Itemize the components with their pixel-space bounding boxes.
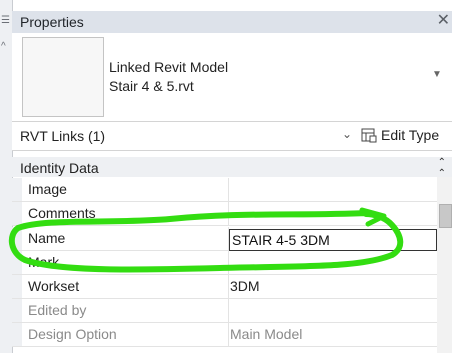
column-divider xyxy=(228,323,229,346)
property-row-image[interactable]: Image xyxy=(12,178,437,202)
edit-type-label: Edit Type xyxy=(381,127,440,143)
property-row-design-option: Design Option Main Model xyxy=(12,323,437,347)
column-divider xyxy=(228,202,229,225)
column-divider xyxy=(228,275,229,298)
name-value-input[interactable]: STAIR 4-5 3DM xyxy=(229,229,437,251)
chevron-down-icon[interactable]: ▼ xyxy=(432,69,442,80)
instance-filter-row: RVT Links (1) ⌄ Edit Type xyxy=(12,121,452,151)
property-label: Mark xyxy=(28,254,60,270)
section-header-identity-data[interactable]: Identity Data ⌃ ⌃ xyxy=(12,157,452,179)
column-divider xyxy=(228,178,229,201)
row-gutter xyxy=(12,275,22,298)
column-divider xyxy=(228,251,229,274)
property-row-comments[interactable]: Comments xyxy=(12,202,437,226)
panel-title: Properties xyxy=(20,14,84,30)
type-file-name: Stair 4 & 5.rvt xyxy=(109,78,194,94)
property-label: Workset xyxy=(28,278,80,294)
property-value[interactable]: 3DM xyxy=(230,278,260,294)
edit-type-icon xyxy=(361,128,377,143)
menu-icon[interactable]: ☰ xyxy=(1,16,10,26)
type-selector[interactable]: Linked Revit Model Stair 4 & 5.rvt ▼ xyxy=(12,33,452,121)
instance-filter-dropdown[interactable]: RVT Links (1) xyxy=(20,128,105,144)
row-gutter xyxy=(12,323,22,346)
property-row-workset[interactable]: Workset 3DM xyxy=(12,275,437,299)
edit-type-button[interactable]: Edit Type xyxy=(361,125,439,145)
type-preview-thumbnail xyxy=(22,37,104,117)
property-row-edited-by: Edited by xyxy=(12,299,437,323)
property-label: Name xyxy=(28,230,66,246)
close-icon[interactable]: ✕ xyxy=(437,11,450,31)
property-label: Comments xyxy=(28,205,96,221)
row-gutter xyxy=(12,251,22,274)
row-gutter xyxy=(12,178,22,201)
property-row-mark[interactable]: Mark xyxy=(12,251,437,275)
property-label: Design Option xyxy=(28,326,117,342)
property-value: Main Model xyxy=(230,326,303,342)
row-gutter xyxy=(12,202,22,225)
type-family-name: Linked Revit Model xyxy=(109,59,229,75)
properties-title-bar[interactable]: Properties ✕ xyxy=(12,11,452,34)
column-divider xyxy=(228,299,229,322)
property-label: Image xyxy=(28,181,67,197)
name-value-text: STAIR 4-5 3DM xyxy=(232,232,330,248)
collapse-section-icon[interactable]: ⌃ ⌃ xyxy=(438,157,446,179)
row-gutter xyxy=(12,299,22,322)
chevron-down-icon[interactable]: ⌄ xyxy=(342,127,352,141)
property-label: Edited by xyxy=(28,302,87,318)
section-title: Identity Data xyxy=(20,160,99,176)
scrollbar-thumb[interactable] xyxy=(439,204,452,228)
caret-up-icon[interactable]: ^ xyxy=(1,42,6,52)
row-gutter xyxy=(12,227,22,250)
